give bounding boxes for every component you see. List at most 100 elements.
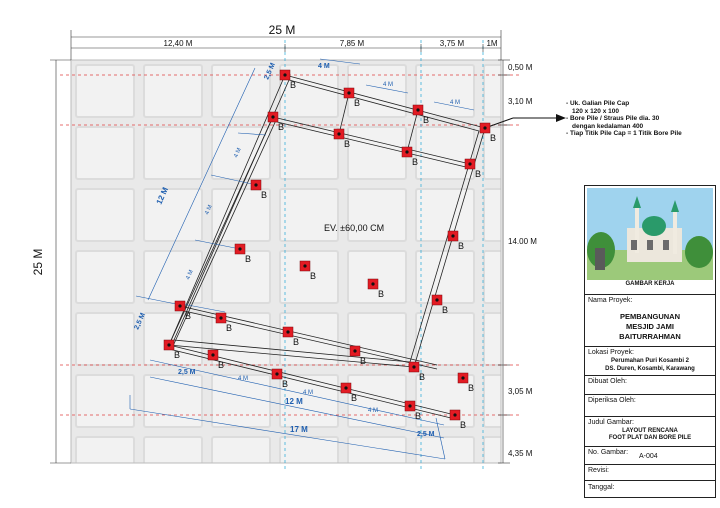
drawing-number-label: No. Gambar:	[588, 449, 629, 456]
pile-label: B	[174, 350, 180, 360]
project-name-line-2: MESJID JAMI	[626, 322, 674, 331]
right-segment-2: 3,10 M	[508, 97, 533, 106]
top-segment-3: 3,75 M	[440, 39, 465, 48]
right-segment-4: 3,05 M	[508, 387, 533, 396]
dim-4-bottom-3: 4 M	[368, 408, 378, 414]
drawing-number-section: No. Gambar: A-004	[585, 446, 715, 465]
note-line: - Uk. Galian Pile Cap	[566, 100, 630, 107]
dim-2-5-bottom-right: 2,5 M	[417, 431, 435, 438]
right-segment-3: 14.00 M	[508, 237, 537, 246]
pile-label: B	[310, 271, 316, 281]
project-name-line-1: PEMBANGUNAN	[620, 312, 680, 321]
bore-pile	[461, 376, 465, 380]
dim-17-bottom: 17 M	[290, 425, 308, 434]
bore-pile	[347, 91, 351, 95]
location-line-2: DS. Duren, Kosambi, Karawang	[605, 366, 695, 372]
bore-pile	[412, 365, 416, 369]
project-name-section: Nama Proyek: PEMBANGUNAN MESJID JAMI BAI…	[585, 294, 715, 353]
right-segment-1: 0,50 M	[508, 63, 533, 72]
mosque-illustration	[587, 188, 713, 280]
bore-pile	[405, 150, 409, 154]
bore-pile	[337, 132, 341, 136]
drawing-number-value: A-004	[639, 453, 658, 460]
pile-label: B	[468, 383, 474, 393]
pile-label: B	[226, 323, 232, 333]
bore-pile	[271, 115, 275, 119]
bore-pile	[275, 372, 279, 376]
bore-pile	[483, 126, 487, 130]
bore-pile	[283, 73, 287, 77]
bore-pile	[219, 316, 223, 320]
checked-by-section: Diperiksa Oleh:	[585, 394, 715, 417]
bore-pile	[178, 304, 182, 308]
bore-pile	[371, 282, 375, 286]
right-segment-5: 4,35 M	[508, 449, 533, 458]
title-block: GAMBAR KERJA Nama Proyek: PEMBANGUNAN ME…	[584, 185, 716, 498]
bore-pile	[453, 413, 457, 417]
notes-box: - Uk. Galian Pile Cap 120 x 120 x 100 - …	[566, 100, 716, 138]
bore-pile	[435, 298, 439, 302]
pile-label: B	[475, 169, 481, 179]
dim-4-top-2: 4 M	[383, 82, 393, 88]
pile-label: B	[415, 411, 421, 421]
left-dimension	[50, 59, 71, 464]
pile-label: B	[344, 139, 350, 149]
pile-label: B	[293, 337, 299, 347]
pile-label: B	[278, 122, 284, 132]
bore-pile	[416, 108, 420, 112]
top-total-dimension: 25 M	[269, 23, 296, 37]
note-line: - Tiap Titik Pile Cap = 1 Titik Bore Pil…	[566, 130, 682, 138]
pile-label: B	[218, 360, 224, 370]
pile-label: B	[419, 372, 425, 382]
pile-label: B	[490, 133, 496, 143]
made-by-label: Dibuat Oleh:	[588, 378, 627, 385]
location-line-1: Perumahan Puri Kosambi 2	[610, 358, 690, 364]
drawing-title-line-2: FOOT PLAT DAN BORE PILE	[608, 435, 692, 441]
pile-label: B	[282, 379, 288, 389]
dim-12-bottom: 12 M	[285, 397, 303, 406]
bore-pile	[353, 349, 357, 353]
dim-4-bottom-1: 4 M	[238, 376, 248, 382]
pile-label: B	[423, 115, 429, 125]
dim-4-top-3: 4 M	[450, 100, 460, 106]
bore-pile	[408, 404, 412, 408]
pile-label: B	[378, 289, 384, 299]
bore-pile	[451, 234, 455, 238]
pile-label: B	[185, 311, 191, 321]
image-caption: GAMBAR KERJA	[625, 281, 675, 287]
revision-label: Revisi:	[588, 467, 610, 474]
note-line: - Bore Pile / Straus Pile dia. 30	[566, 115, 660, 123]
note-line: dengan kedalaman 400	[572, 122, 644, 130]
pile-label: B	[354, 98, 360, 108]
pile-label: B	[351, 393, 357, 403]
bore-pile	[286, 330, 290, 334]
left-total-dimension: 25 M	[31, 249, 45, 276]
dim-4-top-1: 4 M	[318, 63, 330, 70]
checked-by-label: Diperiksa Oleh:	[588, 397, 636, 404]
bore-pile	[211, 353, 215, 357]
top-segment-4: 1M	[486, 39, 497, 48]
drawing-title-label: Judul Gambar:	[588, 419, 634, 426]
bore-pile	[167, 343, 171, 347]
pile-label: B	[261, 190, 267, 200]
dim-4-bottom-2: 4 M	[303, 390, 313, 396]
date-section: Tanggal:	[585, 480, 715, 498]
top-segment-2: 7,85 M	[340, 39, 365, 48]
pile-label: B	[245, 254, 251, 264]
date-label: Tanggal:	[588, 484, 615, 491]
bore-pile	[254, 183, 258, 187]
bore-pile	[344, 386, 348, 390]
project-name-line-3: BAITURRAHMAN	[619, 332, 681, 341]
drawing-title-line-1: LAYOUT RENCANA	[622, 428, 678, 434]
project-label: Nama Proyek:	[588, 297, 633, 304]
bore-pile	[238, 247, 242, 251]
revision-section: Revisi:	[585, 464, 715, 481]
pile-label: B	[412, 157, 418, 167]
elevation-label: EV. ±60,00 CM	[324, 223, 384, 233]
pile-label: B	[290, 80, 296, 90]
drawing-title-section: Judul Gambar: LAYOUT RENCANA FOOT PLAT D…	[585, 416, 715, 447]
top-segment-1: 12,40 M	[164, 39, 193, 48]
pile-label: B	[360, 356, 366, 366]
made-by-section: Dibuat Oleh:	[585, 375, 715, 394]
pile-label: B	[460, 420, 466, 430]
